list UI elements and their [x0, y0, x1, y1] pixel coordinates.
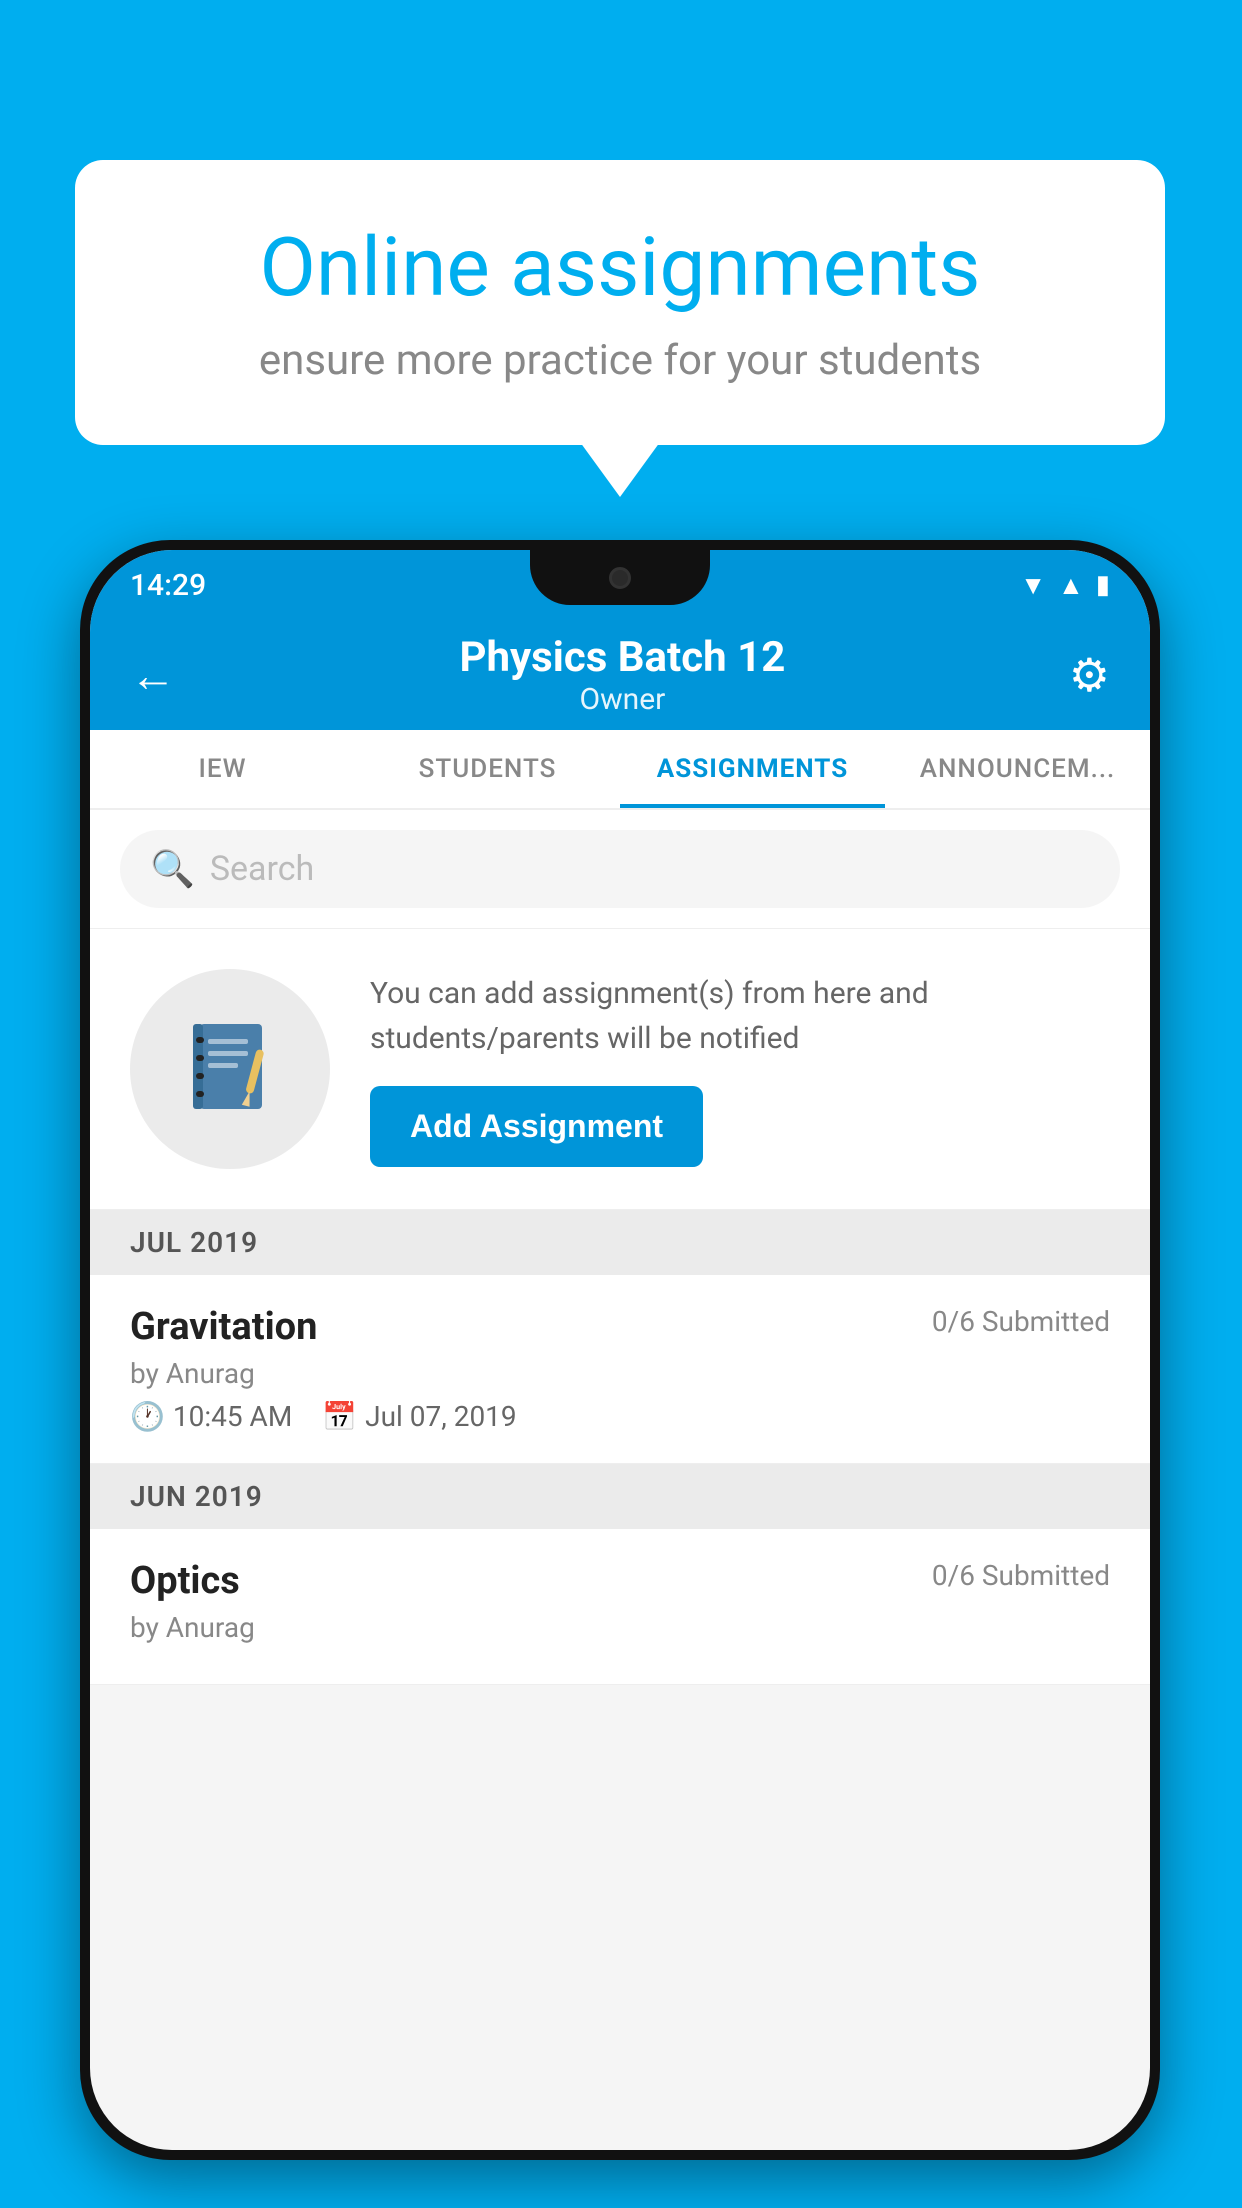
assignment-item-optics[interactable]: Optics 0/6 Submitted by Anurag: [90, 1529, 1150, 1685]
tab-iew[interactable]: IEW: [90, 730, 355, 808]
search-input-wrap[interactable]: 🔍 Search: [120, 830, 1120, 908]
wifi-icon: ▼: [1020, 570, 1046, 601]
add-assignment-promo: You can add assignment(s) from here and …: [90, 929, 1150, 1210]
promo-icon-circle: [130, 969, 330, 1169]
phone-frame: 14:29 ▼ ▲ ▮ ← Physics Batch 12 Owner ⚙ I…: [80, 540, 1160, 2160]
notch-camera: [609, 567, 631, 589]
speech-bubble-container: Online assignments ensure more practice …: [75, 160, 1165, 445]
search-container: 🔍 Search: [90, 810, 1150, 929]
phone-inner: 14:29 ▼ ▲ ▮ ← Physics Batch 12 Owner ⚙ I…: [90, 550, 1150, 2150]
assignment-meta: 🕐 10:45 AM 📅 Jul 07, 2019: [130, 1400, 1110, 1433]
meta-time: 🕐 10:45 AM: [130, 1400, 292, 1433]
add-assignment-button[interactable]: Add Assignment: [370, 1086, 703, 1167]
tab-announcements[interactable]: ANNOUNCEM...: [885, 730, 1150, 808]
assignment-item-gravitation[interactable]: Gravitation 0/6 Submitted by Anurag 🕐 10…: [90, 1275, 1150, 1464]
assignment-submitted: 0/6 Submitted: [932, 1305, 1110, 1338]
gear-icon[interactable]: ⚙: [1069, 648, 1110, 703]
clock-icon: 🕐: [130, 1400, 165, 1433]
tabs-bar: IEW STUDENTS ASSIGNMENTS ANNOUNCEM...: [90, 730, 1150, 810]
app-header: ← Physics Batch 12 Owner ⚙: [90, 620, 1150, 730]
calendar-icon: 📅: [322, 1400, 357, 1433]
assignment-name: Gravitation: [130, 1305, 317, 1349]
header-title: Physics Batch 12: [459, 633, 785, 682]
promo-content: You can add assignment(s) from here and …: [370, 971, 1110, 1167]
status-bar: 14:29 ▼ ▲ ▮: [90, 550, 1150, 620]
status-icons: ▼ ▲ ▮: [1020, 570, 1110, 601]
assignment-submitted-optics: 0/6 Submitted: [932, 1559, 1110, 1592]
battery-icon: ▮: [1096, 570, 1110, 600]
meta-date: 📅 Jul 07, 2019: [322, 1400, 516, 1433]
speech-bubble-subtitle: ensure more practice for your students: [155, 336, 1085, 385]
assignment-row-top-optics: Optics 0/6 Submitted: [130, 1559, 1110, 1603]
promo-description: You can add assignment(s) from here and …: [370, 971, 1110, 1061]
tab-students[interactable]: STUDENTS: [355, 730, 620, 808]
search-icon: 🔍: [150, 848, 195, 890]
notch: [530, 550, 710, 605]
assignment-time: 10:45 AM: [173, 1400, 292, 1433]
notebook-svg-icon: [188, 1019, 273, 1119]
assignment-row-top: Gravitation 0/6 Submitted: [130, 1305, 1110, 1349]
header-center: Physics Batch 12 Owner: [459, 633, 785, 717]
speech-bubble: Online assignments ensure more practice …: [75, 160, 1165, 445]
assignment-date: Jul 07, 2019: [365, 1400, 517, 1433]
header-subtitle: Owner: [459, 682, 785, 717]
section-header-jul-2019: JUL 2019: [90, 1210, 1150, 1275]
status-time: 14:29: [130, 568, 206, 603]
signal-icon: ▲: [1058, 570, 1084, 601]
search-input[interactable]: Search: [210, 849, 314, 889]
assignment-by: by Anurag: [130, 1357, 1110, 1390]
assignment-by-optics: by Anurag: [130, 1611, 1110, 1644]
tab-assignments[interactable]: ASSIGNMENTS: [620, 730, 885, 808]
assignment-name-optics: Optics: [130, 1559, 240, 1603]
back-button[interactable]: ←: [130, 648, 176, 703]
speech-bubble-title: Online assignments: [155, 220, 1085, 316]
section-header-jun-2019: JUN 2019: [90, 1464, 1150, 1529]
